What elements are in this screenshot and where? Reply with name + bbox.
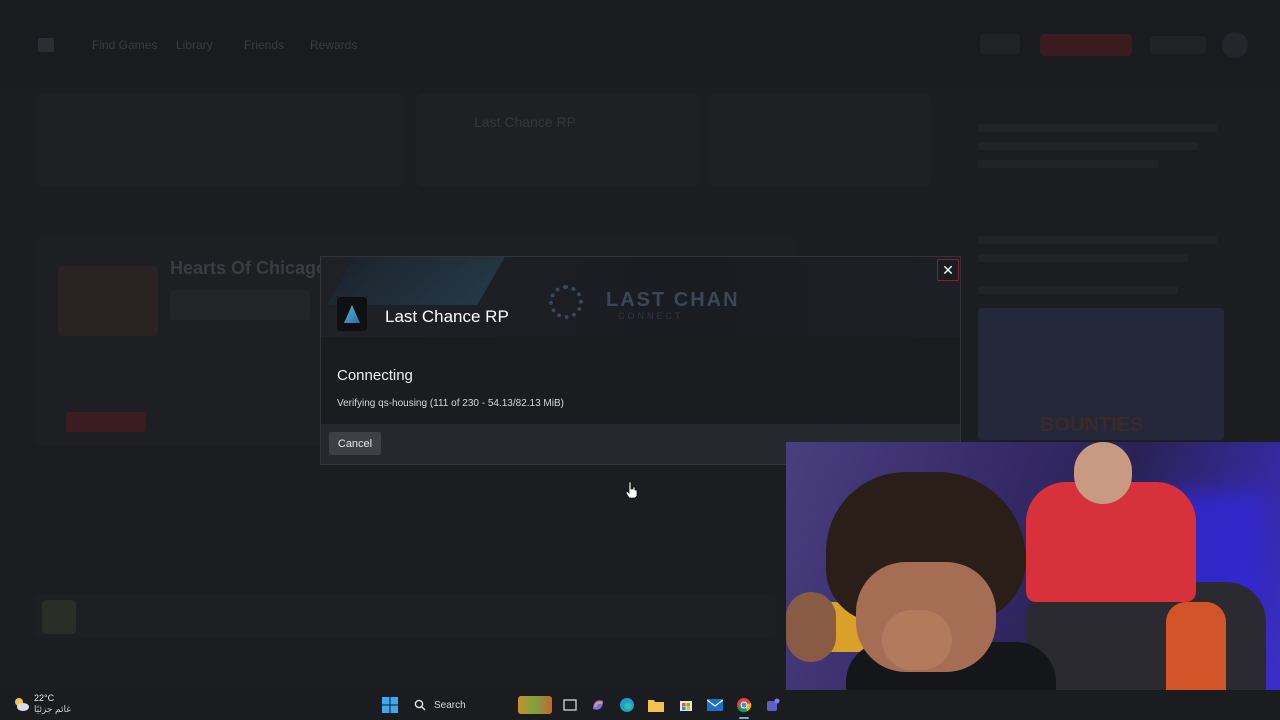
webcam-overlay — [786, 442, 1280, 720]
news-line — [978, 286, 1178, 294]
task-view-icon[interactable] — [560, 695, 580, 715]
stats-panel — [36, 94, 404, 186]
news-column: BOUNTIES — [956, 86, 1252, 456]
file-explorer-icon[interactable] — [646, 695, 666, 715]
close-button[interactable]: ✕ — [937, 259, 959, 281]
avatar — [1222, 32, 1248, 58]
streamer-hand — [882, 610, 952, 670]
weather-description[interactable]: غائم جزئيًا — [34, 704, 71, 715]
banner-logo-ring-icon — [549, 285, 583, 319]
cancel-button[interactable]: Cancel — [329, 432, 381, 455]
streamer-friend-head — [1074, 442, 1132, 504]
nav-item: Find Games — [92, 38, 158, 52]
close-icon: ✕ — [942, 261, 954, 278]
store-icon[interactable] — [676, 695, 696, 715]
news-line — [978, 236, 1218, 244]
taskbar-search[interactable]: Search — [404, 694, 510, 716]
news-line — [978, 142, 1198, 150]
game-promo-icon[interactable] — [518, 696, 552, 714]
header-control — [980, 34, 1020, 54]
nav-item: Friends — [244, 38, 285, 52]
game-icon — [42, 600, 76, 634]
app-top-bar: Find Games Library Friends Rewards — [0, 0, 1280, 88]
featured-server-logo — [58, 266, 158, 336]
list-item — [36, 594, 776, 638]
server-icon — [337, 297, 367, 331]
teams-icon[interactable] — [763, 695, 783, 715]
server-logo-mark — [344, 305, 360, 323]
nav-item: Rewards — [310, 38, 358, 52]
mail-icon[interactable] — [705, 695, 725, 715]
featured-play-button — [66, 412, 146, 432]
featured-server-name: Hearts Of Chicago — [170, 258, 328, 278]
hand-cursor-icon — [625, 481, 638, 499]
connection-detail: Verifying qs-housing (111 of 230 - 54.13… — [337, 398, 564, 409]
child — [786, 592, 836, 662]
copilot-icon[interactable] — [588, 695, 608, 715]
nav-item: Library — [176, 38, 213, 52]
weather-temperature[interactable]: 22°C — [34, 693, 54, 703]
news-line — [978, 254, 1188, 262]
promo-banner-text: BOUNTIES — [1040, 414, 1144, 436]
header-action-button — [1040, 34, 1132, 56]
start-button[interactable] — [380, 695, 400, 715]
chrome-icon[interactable] — [734, 695, 754, 715]
active-app-indicator — [739, 717, 749, 719]
home-icon — [38, 38, 54, 52]
recent-server-panel: Last Chance RP — [416, 94, 700, 186]
windows-logo-icon — [382, 697, 398, 713]
weather-icon[interactable] — [12, 696, 30, 712]
promo-banner: BOUNTIES — [978, 308, 1224, 440]
search-icon — [414, 699, 426, 711]
search-label: Search — [434, 699, 466, 711]
banner-logo-subtext: CONNECT — [618, 311, 684, 321]
banner-logo-text: LAST CHAN — [606, 289, 740, 311]
header-control — [1150, 36, 1206, 54]
edge-browser-icon[interactable] — [617, 695, 637, 715]
dialog-banner: LAST CHAN CONNECT Last Chance RP ✕ — [321, 257, 960, 337]
recent-server-name: Last Chance RP — [474, 114, 576, 130]
dialog-server-name: Last Chance RP — [385, 307, 509, 326]
taskbar: 22°C غائم جزئيًا Search — [0, 690, 1280, 720]
news-line — [978, 160, 1158, 168]
featured-server-description — [170, 290, 310, 320]
connection-status: Connecting — [337, 367, 413, 384]
news-line — [978, 124, 1218, 132]
connecting-dialog: LAST CHAN CONNECT Last Chance RP ✕ Conne… — [320, 256, 961, 465]
info-panel — [708, 94, 930, 186]
